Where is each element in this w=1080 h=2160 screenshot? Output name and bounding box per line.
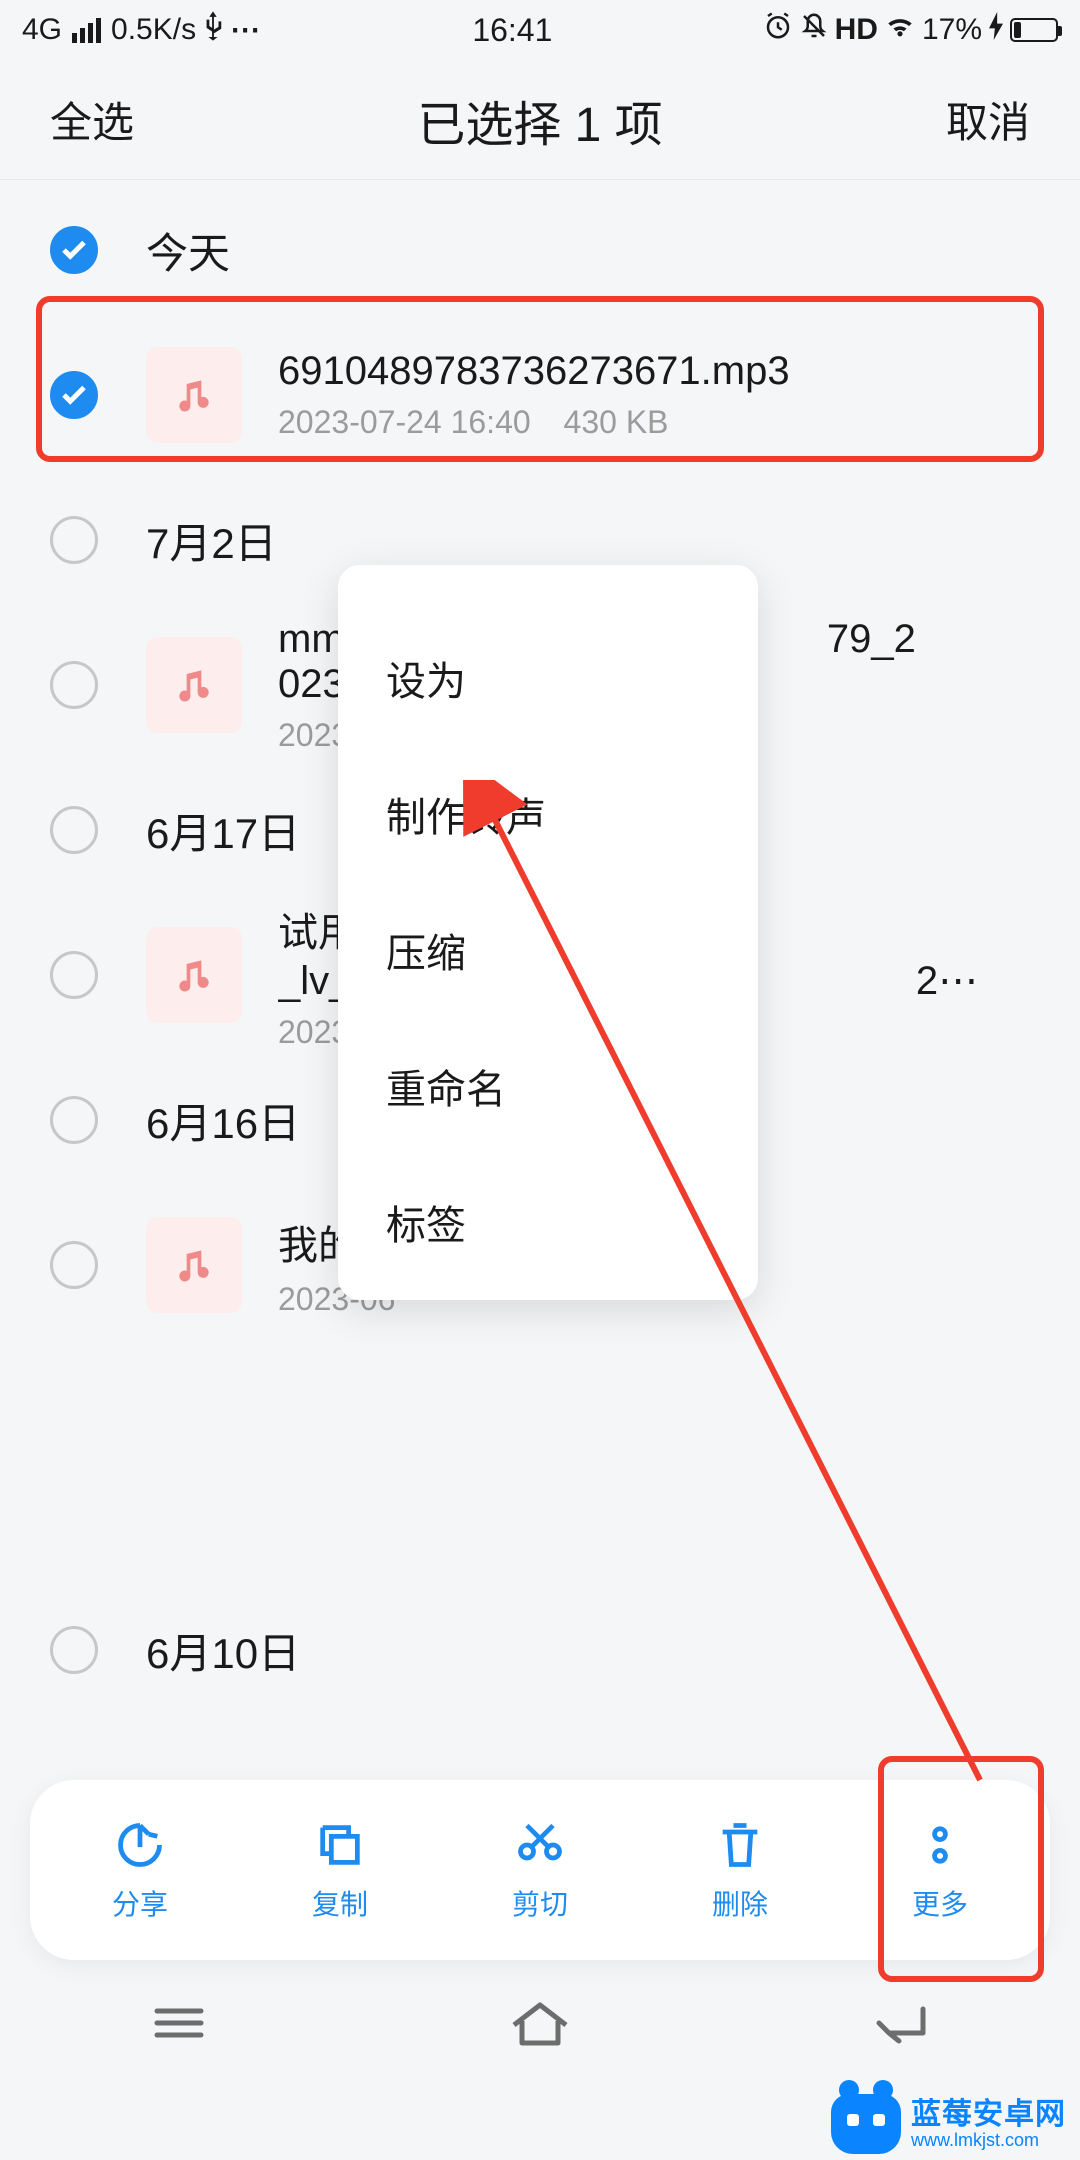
file-date: 2023-07-24 16:40 [278, 404, 531, 440]
file-name-fragment: 79_2 [827, 617, 916, 661]
watermark-url: www.lmkjst.com [911, 2131, 1066, 2151]
menu-compress[interactable]: 压缩 [386, 893, 710, 1007]
music-file-icon [146, 1217, 242, 1313]
file-subtitle: 2023-07-24 16:40 430 KB [278, 404, 1030, 441]
delete-button[interactable]: 删除 [712, 1817, 768, 1923]
group-checkbox[interactable] [50, 1626, 98, 1674]
status-bar: 4G 0.5K/s ⋯ 16:41 HD 17% [0, 0, 1080, 60]
file-size: 430 KB [564, 404, 669, 440]
group-checkbox[interactable] [50, 516, 98, 564]
watermark-logo-icon [831, 2094, 901, 2154]
file-checkbox[interactable] [50, 1241, 98, 1289]
group-header[interactable]: 今天 [0, 190, 1080, 310]
music-file-icon [146, 927, 242, 1023]
charging-icon [988, 12, 1004, 48]
copy-label: 复制 [312, 1883, 368, 1923]
menu-make-ringtone[interactable]: 制作铃声 [386, 757, 710, 871]
share-label: 分享 [112, 1883, 168, 1923]
group-header[interactable]: 6月10日 [0, 1590, 1080, 1710]
menu-rename[interactable]: 重命名 [386, 1029, 710, 1143]
music-file-icon [146, 347, 242, 443]
group-label: 6月17日 [146, 800, 300, 861]
home-button[interactable] [508, 1999, 572, 2052]
hd-label: HD [835, 13, 878, 47]
file-meta: 6910489783736273671.mp3 2023-07-24 16:40… [278, 349, 1030, 441]
more-label: 更多 [912, 1883, 968, 1923]
data-rate-label: 0.5K/s [111, 13, 196, 47]
system-nav-bar [0, 1980, 1080, 2070]
selection-header: 全选 已选择 1 项 取消 [0, 60, 1080, 180]
status-time: 16:41 [472, 12, 552, 49]
mute-icon [799, 11, 829, 49]
group-checkbox[interactable] [50, 806, 98, 854]
group-label: 6月16日 [146, 1090, 300, 1151]
bottom-action-bar: 分享 复制 剪切 删除 更多 [30, 1780, 1050, 1960]
select-all-button[interactable]: 全选 [50, 89, 134, 150]
group-checkbox[interactable] [50, 1096, 98, 1144]
share-button[interactable]: 分享 [112, 1817, 168, 1923]
more-button[interactable]: 更多 [912, 1817, 968, 1923]
cut-icon [512, 1817, 568, 1873]
file-name-fragment: 2⋯ [916, 959, 978, 1003]
battery-pct-label: 17% [922, 13, 982, 47]
status-right: HD 17% [763, 11, 1058, 49]
cut-button[interactable]: 剪切 [512, 1817, 568, 1923]
usb-icon [202, 11, 224, 49]
delete-icon [712, 1817, 768, 1873]
file-name: 6910489783736273671.mp3 [278, 349, 1030, 394]
watermark-title: 蓝莓安卓网 [911, 2098, 1066, 2131]
copy-button[interactable]: 复制 [312, 1817, 368, 1923]
file-row[interactable]: 6910489783736273671.mp3 2023-07-24 16:40… [0, 310, 1080, 480]
cut-label: 剪切 [512, 1883, 568, 1923]
network-type-label: 4G [22, 13, 62, 47]
more-vertical-icon [912, 1817, 968, 1873]
menu-tags[interactable]: 标签 [386, 1165, 710, 1279]
group-label: 7月2日 [146, 510, 277, 571]
cancel-button[interactable]: 取消 [946, 89, 1030, 150]
file-checkbox[interactable] [50, 661, 98, 709]
context-menu-popup: 设为 制作铃声 压缩 重命名 标签 备份到云服务 打开方式 [338, 565, 758, 1300]
recent-apps-button[interactable] [149, 2001, 209, 2050]
back-button[interactable] [871, 2001, 931, 2050]
file-checkbox[interactable] [50, 371, 98, 419]
watermark: 蓝莓安卓网 www.lmkjst.com [831, 2094, 1066, 2154]
share-icon [112, 1817, 168, 1873]
group-label: 今天 [146, 220, 230, 281]
file-checkbox[interactable] [50, 951, 98, 999]
alarm-icon [763, 11, 793, 49]
copy-icon [312, 1817, 368, 1873]
music-file-icon [146, 637, 242, 733]
wifi-icon [884, 13, 916, 47]
group-label: 6月10日 [146, 1620, 300, 1681]
status-left: 4G 0.5K/s ⋯ [22, 11, 262, 49]
menu-set-as[interactable]: 设为 [386, 621, 710, 735]
selection-count-title: 已选择 1 项 [417, 85, 662, 155]
delete-label: 删除 [712, 1883, 768, 1923]
more-dots-icon: ⋯ [230, 13, 262, 48]
signal-icon [72, 18, 101, 43]
group-checkbox[interactable] [50, 226, 98, 274]
battery-icon [1010, 18, 1058, 42]
